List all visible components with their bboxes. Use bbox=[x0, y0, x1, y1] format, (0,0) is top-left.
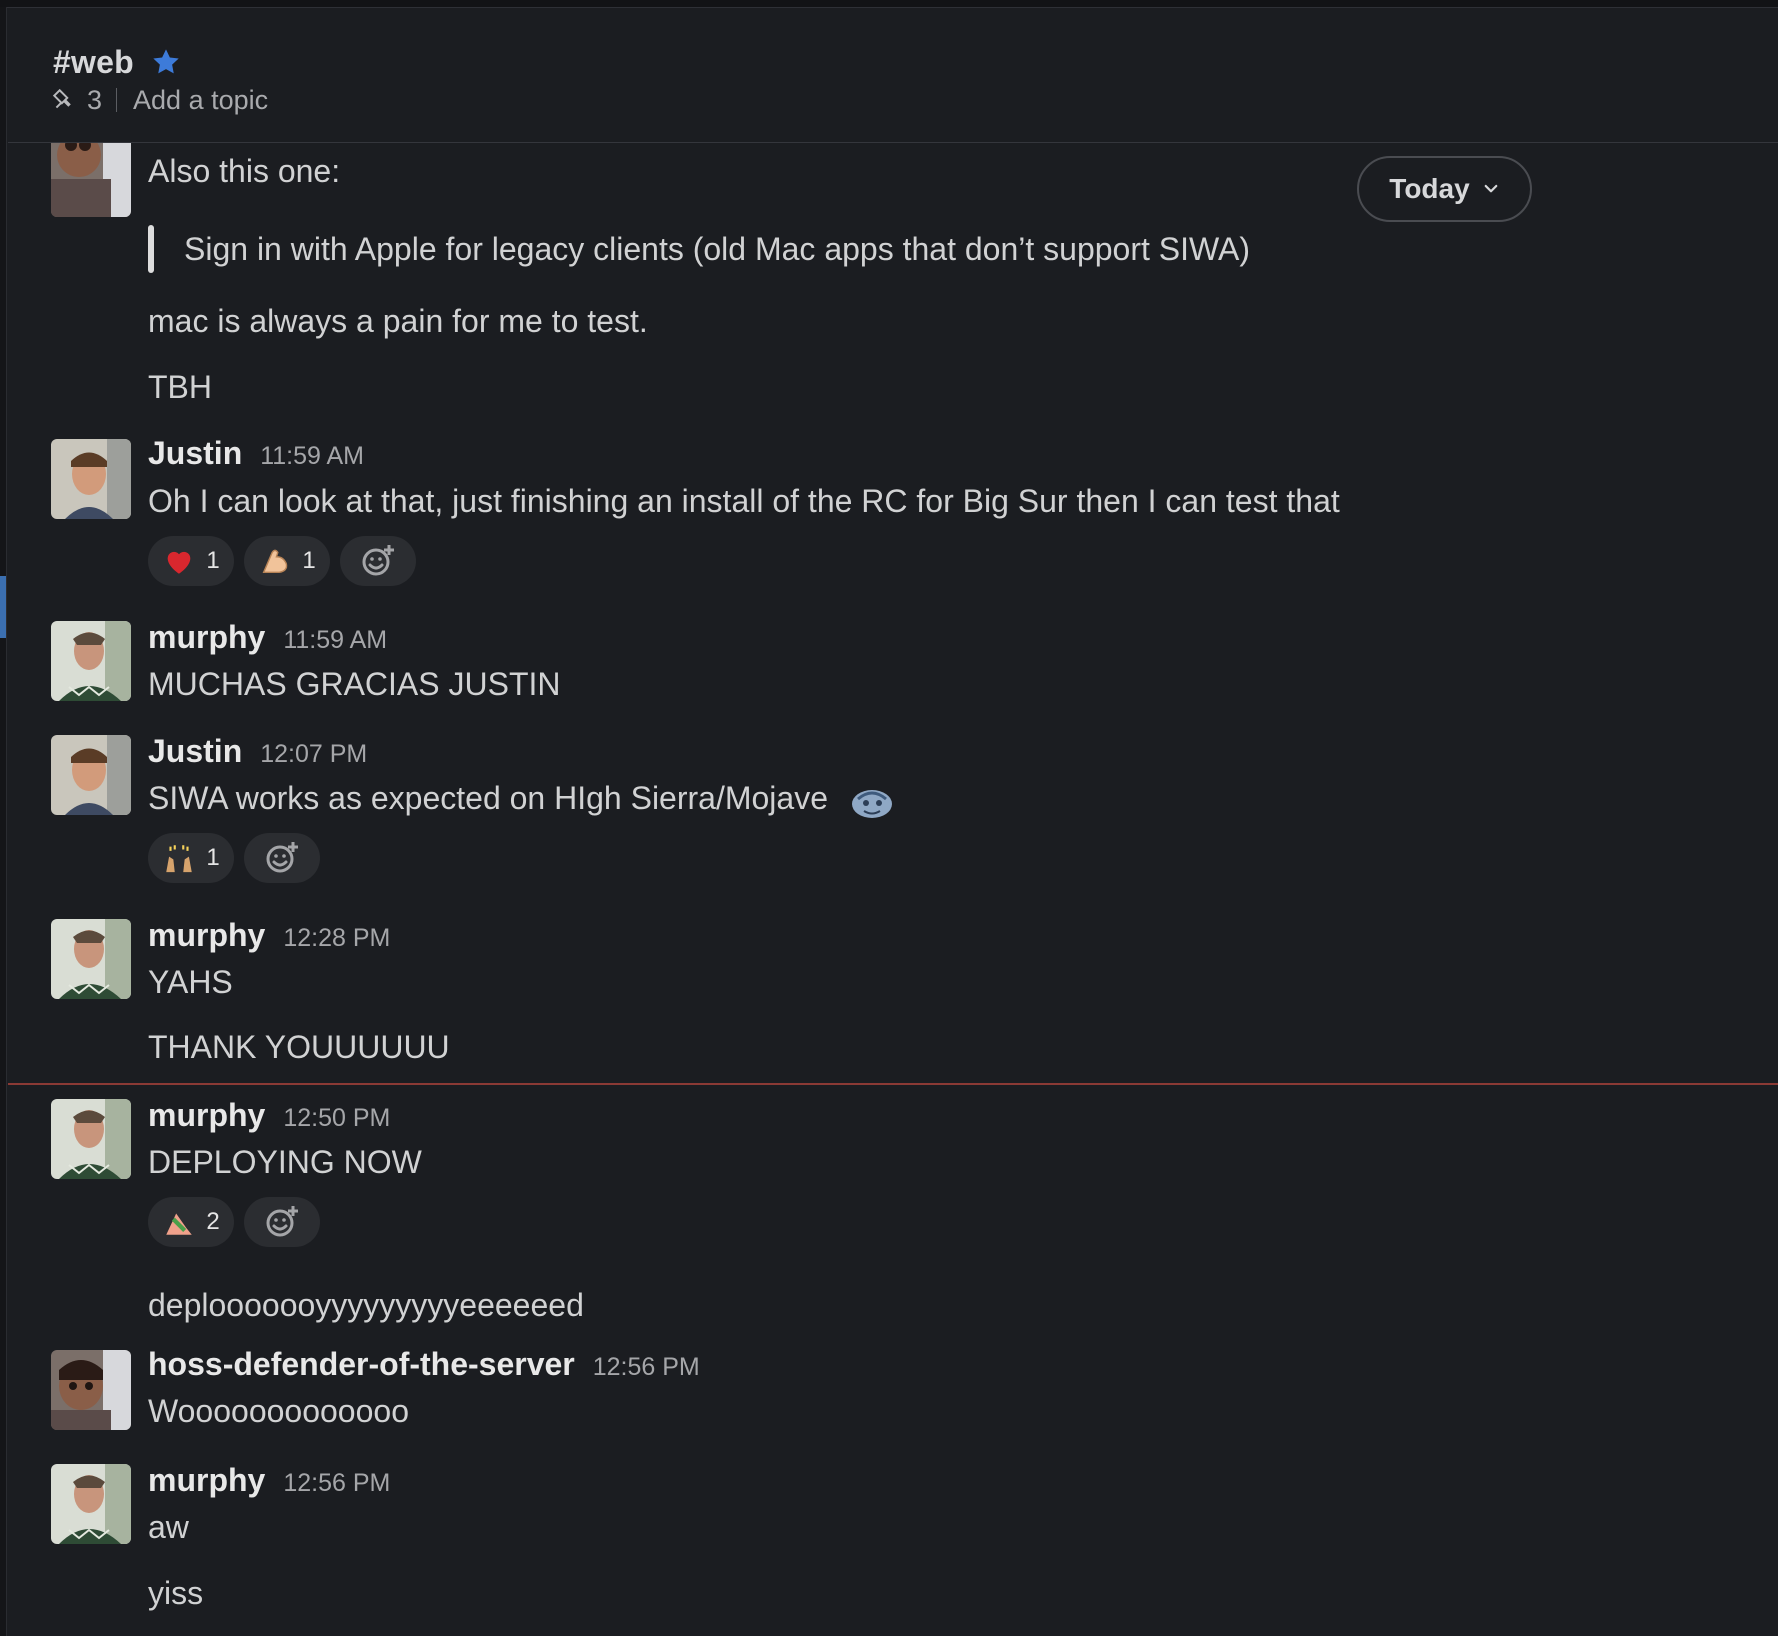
quote-text: Sign in with Apple for legacy clients (o… bbox=[184, 230, 1251, 267]
flexed-biceps-icon bbox=[258, 544, 292, 578]
message-text: aw bbox=[148, 1509, 189, 1545]
rocket-slide-icon bbox=[162, 1205, 196, 1239]
add-emoji-icon bbox=[362, 545, 394, 576]
author-name[interactable]: murphy bbox=[148, 1097, 265, 1134]
message-text: Wooooooooooooo bbox=[148, 1393, 409, 1429]
author-name[interactable]: murphy bbox=[148, 917, 265, 954]
reaction-flexed-biceps[interactable]: 1 bbox=[244, 536, 330, 586]
author-name[interactable]: Justin bbox=[148, 435, 242, 472]
timestamp[interactable]: 12:56 PM bbox=[283, 1469, 390, 1498]
message-header: murphy 12:28 PM bbox=[148, 917, 390, 954]
author-name[interactable]: murphy bbox=[148, 1462, 265, 1499]
message-text: YAHS bbox=[148, 964, 233, 1000]
reaction-count: 1 bbox=[302, 547, 316, 574]
pinned-count[interactable]: 3 bbox=[87, 85, 102, 116]
window-top-strip bbox=[0, 0, 1778, 8]
add-reaction-button[interactable] bbox=[340, 536, 416, 586]
author-name[interactable]: Justin bbox=[148, 733, 242, 770]
star-icon[interactable] bbox=[150, 46, 182, 78]
message-text: DEPLOYING NOW bbox=[148, 1144, 422, 1180]
channel-header: #web 3 Add a topic bbox=[8, 8, 1778, 143]
message-header: Justin 12:07 PM bbox=[148, 733, 367, 770]
heart-icon bbox=[162, 544, 196, 578]
meta-divider bbox=[116, 88, 118, 112]
author-name[interactable]: murphy bbox=[148, 619, 265, 656]
avatar[interactable] bbox=[51, 1350, 131, 1430]
add-topic-link[interactable]: Add a topic bbox=[133, 85, 268, 116]
quote-bar bbox=[148, 225, 154, 273]
message-header: murphy 12:56 PM bbox=[148, 1462, 390, 1499]
message-quote: Sign in with Apple for legacy clients (o… bbox=[148, 225, 1250, 273]
new-messages-divider bbox=[8, 1083, 1778, 1085]
reaction-bar: 2 bbox=[148, 1197, 320, 1247]
message-header: murphy 12:50 PM bbox=[148, 1097, 390, 1134]
timestamp[interactable]: 12:50 PM bbox=[283, 1104, 390, 1133]
reaction-rocket-slide[interactable]: 2 bbox=[148, 1197, 234, 1247]
add-emoji-icon bbox=[266, 1206, 298, 1237]
message-text: yiss bbox=[148, 1575, 204, 1611]
timestamp[interactable]: 11:59 AM bbox=[283, 626, 387, 655]
timestamp[interactable]: 12:56 PM bbox=[593, 1353, 700, 1382]
reaction-heart[interactable]: 1 bbox=[148, 536, 234, 586]
pin-icon[interactable] bbox=[51, 87, 77, 113]
message-header: murphy 11:59 AM bbox=[148, 619, 387, 656]
add-reaction-button[interactable] bbox=[244, 833, 320, 883]
add-emoji-icon bbox=[266, 842, 298, 873]
message-text: Also this one: bbox=[148, 153, 341, 189]
custom-emoji-icon bbox=[848, 783, 896, 821]
timestamp[interactable]: 11:59 AM bbox=[260, 442, 364, 471]
raised-hands-icon bbox=[162, 841, 196, 875]
message-text: THANK YOUUUUUU bbox=[148, 1029, 450, 1065]
reaction-raised-hands[interactable]: 1 bbox=[148, 833, 234, 883]
message-text: MUCHAS GRACIAS JUSTIN bbox=[148, 666, 561, 702]
message-text: mac is always a pain for me to test. bbox=[148, 303, 648, 339]
channel-name[interactable]: #web bbox=[53, 44, 134, 81]
avatar[interactable] bbox=[51, 1099, 131, 1179]
reaction-count: 1 bbox=[206, 547, 220, 574]
message-header: Justin 11:59 AM bbox=[148, 435, 364, 472]
timestamp[interactable]: 12:28 PM bbox=[283, 924, 390, 953]
avatar[interactable] bbox=[51, 439, 131, 519]
reaction-bar: 1 bbox=[148, 833, 320, 883]
avatar[interactable] bbox=[51, 919, 131, 999]
avatar[interactable] bbox=[51, 1464, 131, 1544]
reaction-bar: 1 1 bbox=[148, 536, 416, 586]
message-list: Also this one: Sign in with Apple for le… bbox=[0, 143, 1778, 1636]
reaction-count: 2 bbox=[206, 1208, 220, 1235]
message-text: deplooooooyyyyyyyyyeeeeeed bbox=[148, 1287, 584, 1323]
message-text: TBH bbox=[148, 369, 212, 405]
avatar[interactable] bbox=[51, 143, 131, 217]
add-reaction-button[interactable] bbox=[244, 1197, 320, 1247]
message-text: SIWA works as expected on HIgh Sierra/Mo… bbox=[148, 780, 828, 816]
author-name[interactable]: hoss-defender-of-the-server bbox=[148, 1346, 575, 1383]
message-header: hoss-defender-of-the-server 12:56 PM bbox=[148, 1346, 700, 1383]
reaction-count: 1 bbox=[206, 844, 220, 871]
avatar[interactable] bbox=[51, 735, 131, 815]
channel-meta: 3 Add a topic bbox=[51, 80, 268, 120]
timestamp[interactable]: 12:07 PM bbox=[260, 740, 367, 769]
message-text: Oh I can look at that, just finishing an… bbox=[148, 483, 1340, 519]
avatar[interactable] bbox=[51, 621, 131, 701]
